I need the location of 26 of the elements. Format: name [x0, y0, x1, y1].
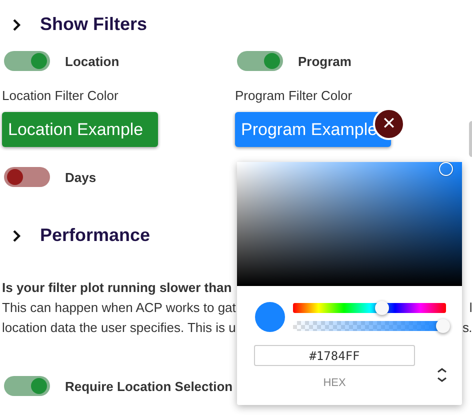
section-title[interactable]: Show Filters [40, 14, 148, 35]
slider-thumb[interactable] [436, 319, 450, 333]
toggle-label: Days [65, 170, 96, 184]
toggle-switch[interactable] [237, 51, 283, 71]
up-down-chevrons-icon[interactable] [435, 367, 449, 383]
toggle-switch[interactable] [4, 376, 50, 396]
hue-slider[interactable] [293, 303, 446, 313]
saturation-area[interactable] [237, 162, 462, 286]
toggle-label: Location [65, 54, 120, 68]
question-text: Is your filter plot running slower than [1, 280, 232, 294]
paragraph-text: s. [462, 320, 472, 334]
hex-input-field[interactable]: #1784FF [254, 345, 415, 366]
toggle-label: Require Location Selection [65, 378, 233, 394]
toggle-switch[interactable] [4, 167, 50, 187]
color-label: Location Filter Color [2, 88, 120, 103]
toggle-label: Program [298, 54, 352, 68]
section-title[interactable]: Performance [40, 225, 150, 246]
toggle-switch[interactable] [4, 51, 50, 71]
color-preview [255, 302, 285, 332]
slider-thumb[interactable] [374, 301, 389, 315]
paragraph-text: l [469, 300, 472, 314]
color-label: Program Filter Color [235, 88, 354, 103]
format-label: HEX [323, 377, 346, 389]
color-swatch[interactable]: Location Example [2, 112, 158, 147]
paragraph-text: location data the user specifies. This is u [1, 320, 236, 334]
paragraph-text: This can happen when ACP works to gat [1, 300, 236, 314]
